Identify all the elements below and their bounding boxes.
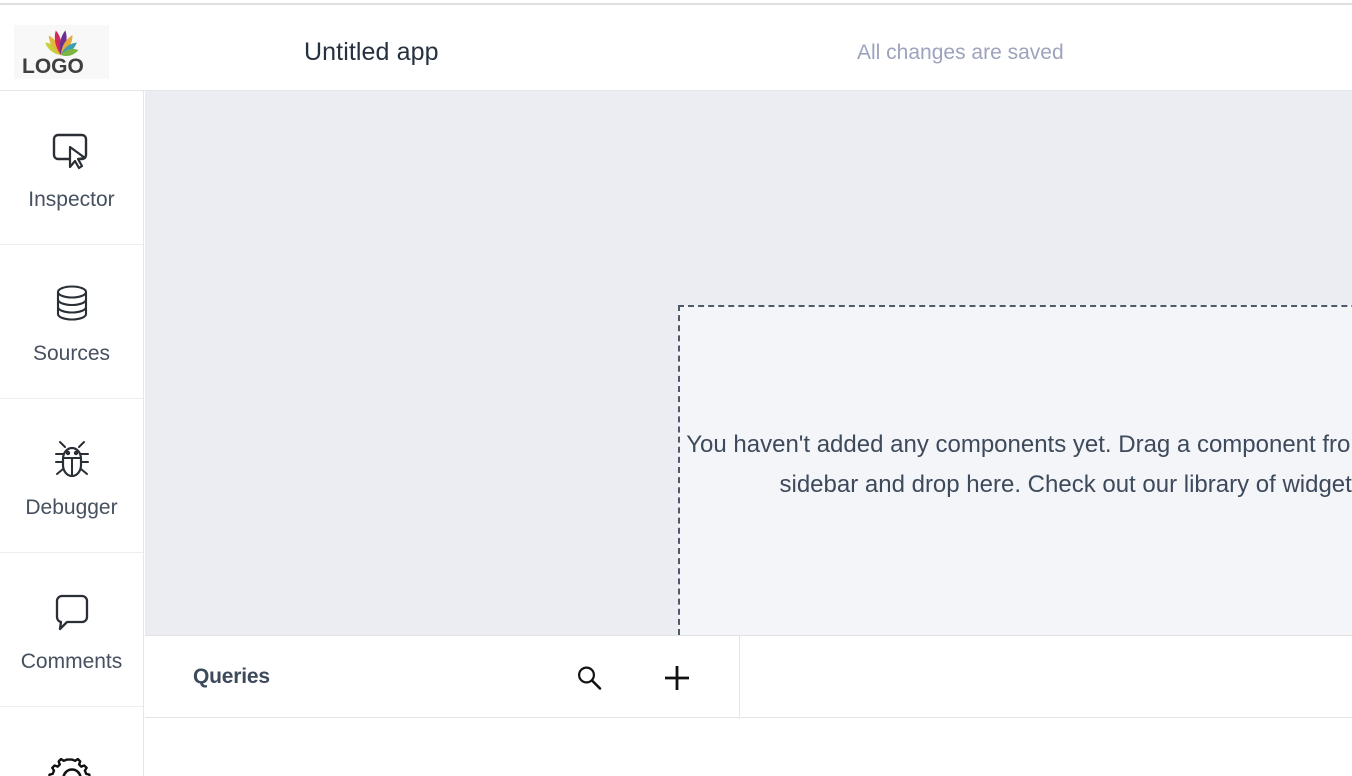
queries-list[interactable] (145, 719, 740, 776)
search-query-button[interactable] (571, 660, 607, 696)
queries-title: Queries (193, 665, 270, 688)
sidebar-item-label-sources: Sources (32, 342, 111, 365)
save-status: All changes are saved (857, 41, 1064, 64)
sidebar-item-label-debugger: Debugger (25, 496, 118, 519)
add-query-button[interactable] (659, 660, 695, 696)
page-title[interactable]: Untitled app (304, 38, 439, 67)
gear-icon (47, 752, 96, 776)
search-icon (577, 666, 602, 690)
logo-icon: LOGO (22, 30, 84, 78)
sidebar-item-comments[interactable]: Comments (0, 553, 143, 707)
component-dropzone[interactable]: You haven't added any components yet. Dr… (678, 305, 1352, 635)
queries-list-column: Queries (145, 636, 740, 776)
app-logo[interactable]: LOGO (14, 25, 109, 79)
sidebar-item-sources[interactable]: Sources (0, 245, 143, 399)
sidebar-item-debugger[interactable]: Debugger (0, 399, 143, 553)
queries-panel-header: Queries (145, 636, 740, 718)
inspector-cursor-icon (50, 125, 94, 177)
sidebar-item-label-comments: Comments (20, 650, 123, 673)
app-header: LOGO Untitled app All changes are saved (0, 5, 1352, 91)
plus-icon (665, 666, 689, 690)
app-root: LOGO Untitled app All changes are saved … (0, 0, 1352, 776)
query-editor-column (741, 636, 1352, 776)
sidebar-item-inspector[interactable]: Inspector (0, 91, 143, 245)
speech-bubble-icon (51, 587, 93, 639)
bug-icon (50, 433, 94, 485)
canvas-empty-message: You haven't added any components yet. Dr… (686, 431, 1352, 498)
logo-wordmark: LOGO (22, 55, 84, 78)
left-sidebar: Inspector Sources Debugger Comments (0, 91, 144, 776)
database-icon (52, 279, 92, 331)
query-editor-toolbar[interactable] (741, 636, 1352, 718)
sidebar-item-settings[interactable] (0, 707, 143, 776)
sidebar-item-label-inspector: Inspector (28, 188, 115, 211)
queries-panel: Queries (145, 635, 1352, 776)
query-editor-body[interactable] (741, 719, 1352, 776)
app-canvas[interactable]: You haven't added any components yet. Dr… (145, 91, 1352, 635)
